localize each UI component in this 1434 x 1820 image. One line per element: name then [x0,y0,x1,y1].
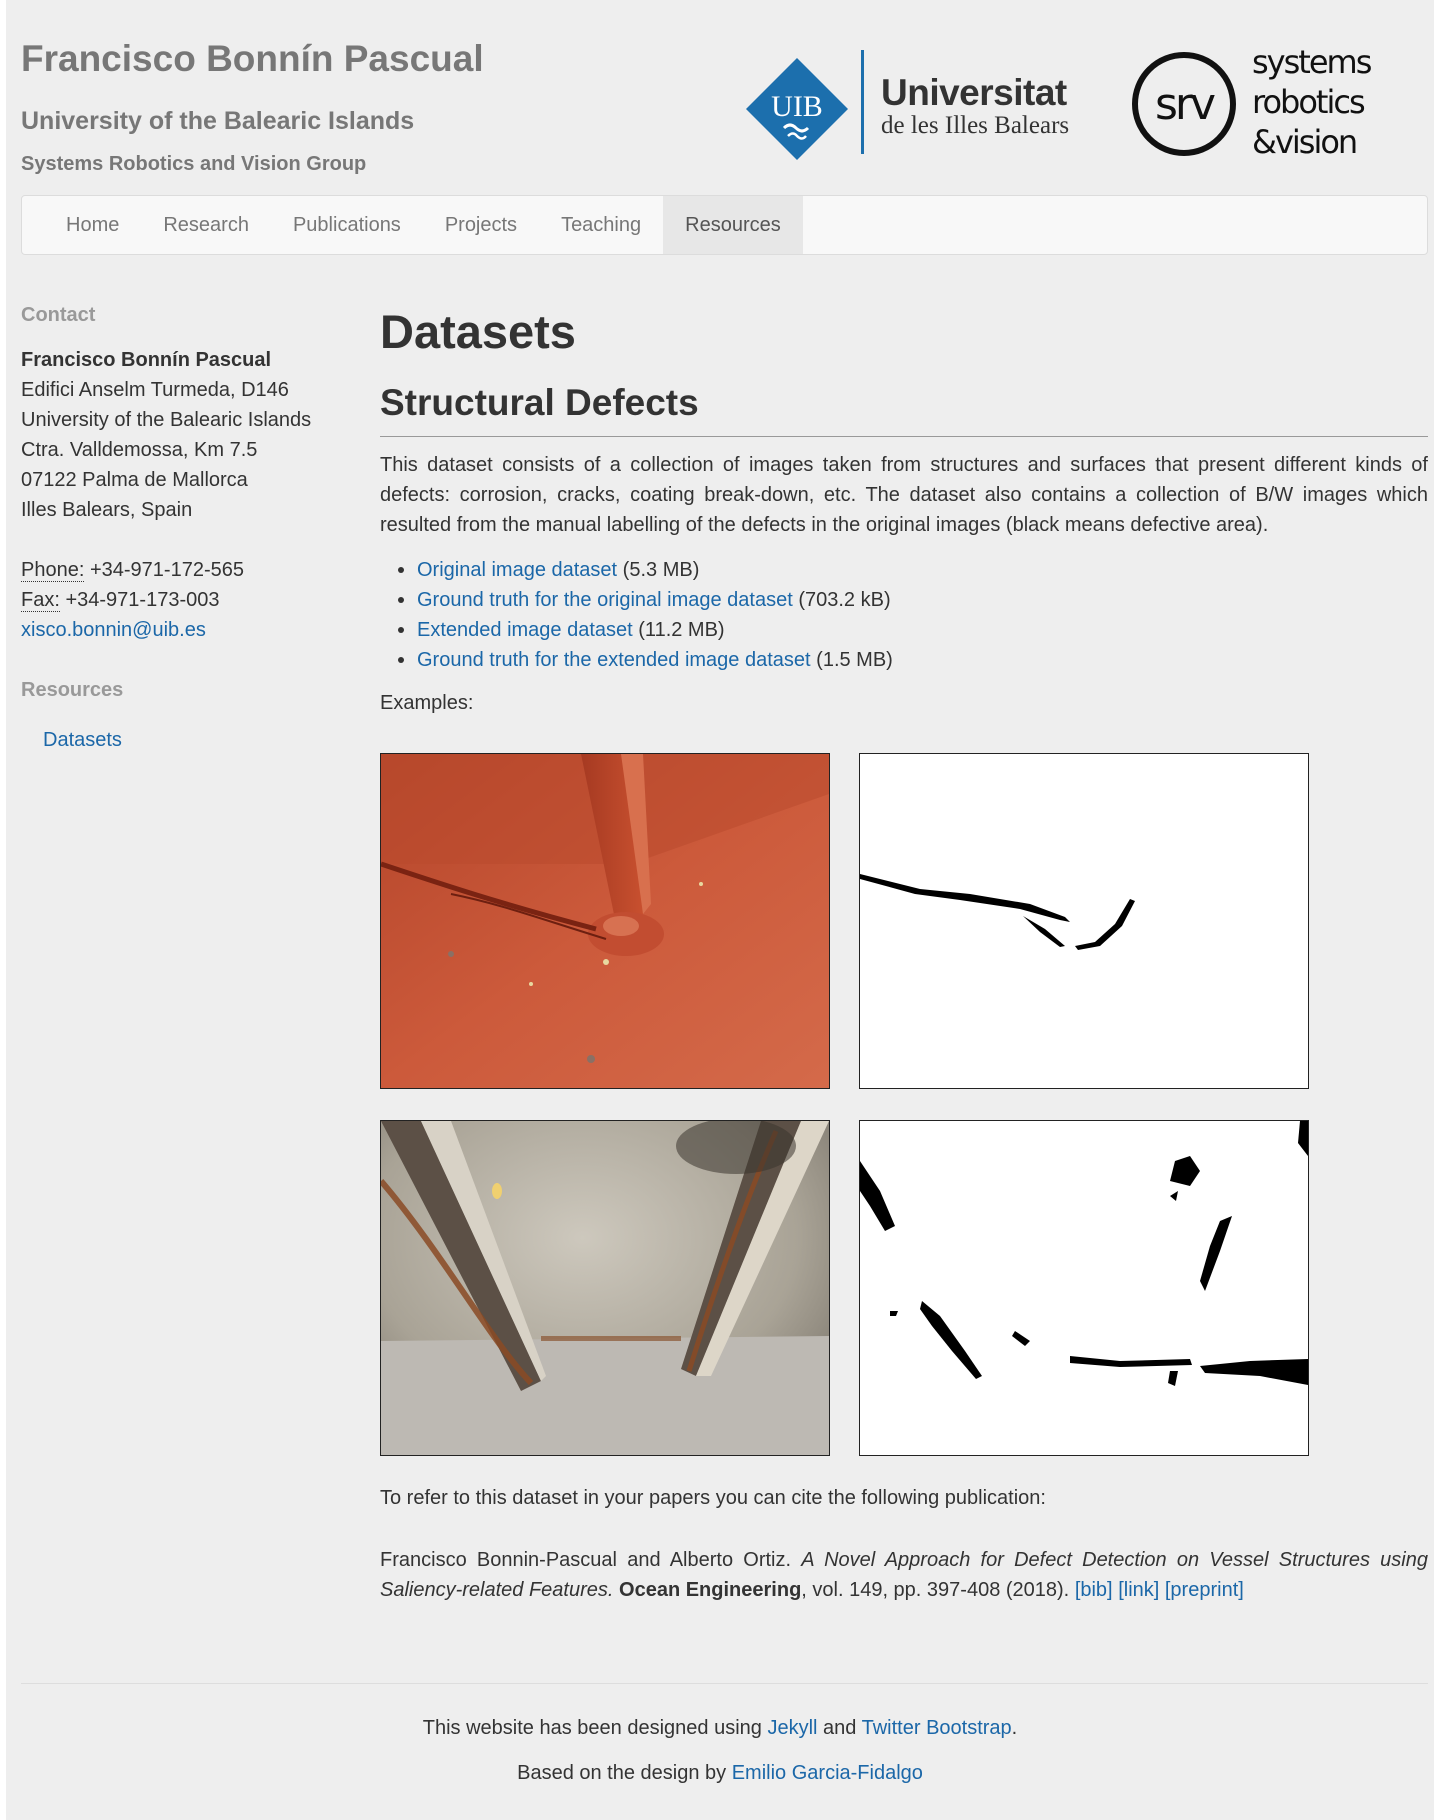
citation-authors: Francisco Bonnin-Pascual and Alberto Ort… [380,1549,792,1571]
uib-diamond-icon: UIB [746,58,848,160]
uib-word-universitat: Universitat [881,72,1067,113]
site-title: Francisco Bonnín Pascual [21,38,484,79]
citation-details: , vol. 149, pp. 397-408 (2018). [801,1579,1070,1601]
phone-label: Phone: [21,559,85,582]
download-item: Ground truth for the original image data… [395,585,893,615]
site-subtitle: University of the Balearic Islands [21,107,415,135]
download-extended-link[interactable]: Extended image dataset [417,619,633,641]
download-extended-gt-link[interactable]: Ground truth for the extended image data… [417,649,811,671]
fax-label: Fax: [21,589,60,612]
srv-word-systems: systems [1252,43,1372,81]
download-size: (1.5 MB) [816,649,893,671]
example-image-groundtruth-crack [859,753,1309,1089]
example-image-groundtruth-rust [859,1120,1309,1456]
footer-designer-link[interactable]: Emilio Garcia-Fidalgo [732,1762,923,1784]
example-image-corrosion [380,753,830,1089]
contact-name: Francisco Bonnín Pascual [21,349,272,371]
download-size: (5.3 MB) [622,559,700,581]
address-line: University of the Balearic Islands [21,409,312,431]
srv-mark: srv [1155,79,1215,130]
fax-number: +34-971-173-003 [65,589,220,611]
sidebar: Contact Francisco Bonnín Pascual Edifici… [21,300,341,751]
footer-line-1: This website has been designed using Jek… [6,1717,1434,1740]
address-line: Illes Balears, Spain [21,499,193,521]
address-line: 07122 Palma de Mallorca [21,469,248,491]
citation-bib-link[interactable]: [bib] [1075,1579,1113,1601]
citation: Francisco Bonnin-Pascual and Alberto Ort… [380,1545,1428,1605]
srv-logo[interactable]: srv systems robotics &vision [1130,42,1430,167]
download-original-link[interactable]: Original image dataset [417,559,617,581]
download-size: (703.2 kB) [798,589,891,611]
nav-resources[interactable]: Resources [663,196,803,254]
nav-projects[interactable]: Projects [423,196,539,254]
download-item: Original image dataset (5.3 MB) [395,555,893,585]
citation-preprint-link[interactable]: [preprint] [1165,1579,1244,1601]
nav-list: Home Research Publications Projects Teac… [44,196,803,254]
srv-circle-icon: srv [1132,52,1236,156]
srv-wordmark: systems robotics &vision [1252,42,1372,162]
download-item: Extended image dataset (11.2 MB) [395,615,893,645]
download-size: (11.2 MB) [638,619,725,641]
footer-line-2: Based on the design by Emilio Garcia-Fid… [6,1762,1434,1785]
page: Francisco Bonnín Pascual University of t… [6,0,1434,1820]
navbar: Home Research Publications Projects Teac… [21,195,1428,255]
uib-mark: UIB [771,90,823,123]
example-image-rust [380,1120,830,1456]
citation-link-link[interactable]: [link] [1118,1579,1159,1601]
download-original-gt-link[interactable]: Ground truth for the original image data… [417,589,793,611]
site-group: Systems Robotics and Vision Group [21,153,367,175]
srv-word-vision: &vision [1252,123,1358,161]
uib-divider [861,50,864,154]
footer-bootstrap-link[interactable]: Twitter Bootstrap [862,1717,1012,1739]
cite-intro: To refer to this dataset in your papers … [380,1487,1046,1509]
email-link[interactable]: xisco.bonnin@uib.es [21,619,206,641]
download-item: Ground truth for the extended image data… [395,645,893,675]
contact-heading: Contact [21,304,96,326]
phone-row: Phone: +34-971-172-565 [21,555,341,585]
srv-word-robotics: robotics [1252,83,1366,121]
footer-jekyll-link[interactable]: Jekyll [767,1717,817,1739]
resources-heading: Resources [21,679,124,701]
dataset-description: This dataset consists of a collection of… [380,454,1428,536]
examples-label: Examples: [380,692,474,714]
download-list: Original image dataset (5.3 MB) Ground t… [395,555,893,675]
address-line: Edifici Anselm Turmeda, D146 [21,379,289,401]
nav-publications[interactable]: Publications [271,196,423,254]
uib-logo[interactable]: UIB Universitat de les Illes Balears [736,48,1076,160]
nav-research[interactable]: Research [141,196,271,254]
footer-text: and [823,1717,857,1739]
footer-divider [21,1683,1428,1684]
citation-journal: Ocean Engineering [619,1579,802,1601]
nav-home[interactable]: Home [44,196,141,254]
section-title: Structural Defects [380,382,699,423]
footer-text: This website has been designed using [422,1717,762,1739]
uib-word-illes-balears: de les Illes Balears [881,112,1070,139]
sidebar-link-datasets[interactable]: Datasets [43,729,122,751]
address-line: Ctra. Valldemossa, Km 7.5 [21,439,258,461]
fax-row: Fax: +34-971-173-003 [21,585,341,615]
section-divider [380,436,1428,437]
phone-number: +34-971-172-565 [89,559,244,581]
page-title: Datasets [380,305,576,358]
footer-text: Based on the design by [517,1762,727,1784]
nav-teaching[interactable]: Teaching [539,196,663,254]
footer-text: . [1011,1717,1018,1739]
